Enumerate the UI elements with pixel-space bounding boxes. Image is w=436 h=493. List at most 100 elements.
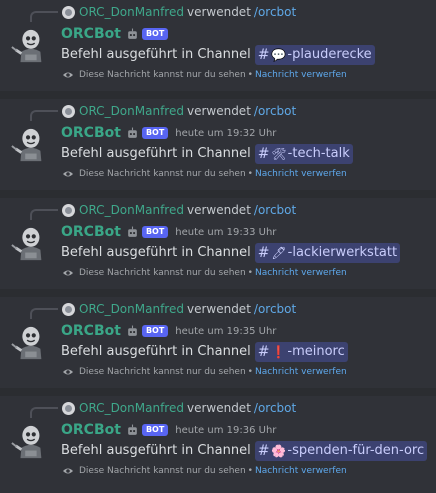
- author-name[interactable]: ORCBot: [61, 422, 121, 438]
- dismiss-message-link[interactable]: Nachricht verwerfen: [255, 267, 347, 279]
- ephemeral-note: Diese Nachricht kannst nur du sehen: [79, 169, 246, 179]
- author-name[interactable]: ORCBot: [61, 224, 121, 240]
- reply-header: ORC_DonManfred verwendet/orcbot: [79, 301, 296, 317]
- reply-user-avatar[interactable]: [62, 105, 75, 118]
- timestamp[interactable]: heute um 19:36 Uhr: [175, 425, 276, 436]
- reply-user-avatar[interactable]: [62, 402, 75, 415]
- reply-command[interactable]: /orcbot: [254, 5, 296, 19]
- robot-icon: [128, 226, 137, 237]
- reply-header: ORC_DonManfred verwendet/orcbot: [79, 400, 296, 416]
- reply-verb: verwendet: [186, 104, 251, 118]
- reply-username[interactable]: ORC_DonManfred: [79, 5, 184, 19]
- channel-emoji: 💬: [271, 48, 287, 62]
- message: ORC_DonManfred verwendet/orcbot ORCBot BO…: [0, 198, 436, 289]
- message-header: ORCBot BOT heute um 19:35 Uhr: [61, 321, 276, 341]
- dismiss-message-link[interactable]: Nachricht verwerfen: [255, 465, 347, 477]
- message-text: Befehl ausgeführt in Channel: [61, 443, 251, 458]
- timestamp[interactable]: heute um 19:35 Uhr: [175, 326, 276, 337]
- ephemeral-notice: Diese Nachricht kannst nur du sehen • Na…: [62, 168, 347, 180]
- message: ORC_DonManfred verwendet/orcbot ORCBot BO…: [0, 0, 436, 91]
- bot-avatar[interactable]: [10, 423, 48, 461]
- reply-user-avatar[interactable]: [62, 303, 75, 316]
- reply-command[interactable]: /orcbot: [254, 401, 296, 415]
- ephemeral-notice: Diese Nachricht kannst nur du sehen • Na…: [62, 69, 347, 81]
- channel-mention[interactable]: # 🌸 -spenden-für-den-orc: [254, 441, 428, 461]
- message: ORC_DonManfred verwendet/orcbot ORCBot BO…: [0, 396, 436, 493]
- eye-icon: [63, 369, 73, 375]
- reply-header: ORC_DonManfred verwendet/orcbot: [79, 103, 296, 119]
- channel-emoji: 🖊: [271, 246, 287, 260]
- message-header: ORCBot BOT heute um 19:32 Uhr: [61, 123, 276, 143]
- bot-avatar[interactable]: [10, 225, 48, 263]
- message-content: Befehl ausgeführt in Channel # ❗ -meinor…: [61, 342, 348, 362]
- bot-badge: BOT: [141, 325, 169, 337]
- separator-dot: •: [247, 70, 253, 80]
- reply-command[interactable]: /orcbot: [254, 302, 296, 316]
- author-name[interactable]: ORCBot: [61, 323, 121, 339]
- bot-avatar[interactable]: [10, 27, 48, 65]
- reply-username[interactable]: ORC_DonManfred: [79, 401, 184, 415]
- bot-avatar[interactable]: [10, 126, 48, 164]
- channel-mention[interactable]: # 💬 -plauderecke: [254, 45, 375, 65]
- reply-connector: [30, 209, 58, 220]
- message-header: ORCBot BOT heute um 19:33 Uhr: [61, 222, 276, 242]
- channel-mention[interactable]: # 🛠 -tech-talk: [254, 144, 353, 164]
- channel-emoji: 🛠: [271, 147, 287, 161]
- reply-command[interactable]: /orcbot: [254, 104, 296, 118]
- author-name[interactable]: ORCBot: [61, 26, 121, 42]
- channel-name: -plauderecke: [287, 47, 372, 62]
- robot-icon: [128, 127, 137, 138]
- reply-user-avatar[interactable]: [62, 6, 75, 19]
- divider: [0, 388, 436, 396]
- dismiss-message-link[interactable]: Nachricht verwerfen: [255, 168, 347, 180]
- hash-icon: #: [257, 344, 270, 360]
- separator-dot: •: [247, 268, 253, 278]
- eye-icon: [63, 72, 73, 78]
- ephemeral-notice: Diese Nachricht kannst nur du sehen • Na…: [62, 366, 347, 378]
- ephemeral-note: Diese Nachricht kannst nur du sehen: [79, 268, 246, 278]
- message-content: Befehl ausgeführt in Channel # 🛠 -tech-t…: [61, 144, 353, 164]
- bot-avatar[interactable]: [10, 324, 48, 362]
- reply-connector: [30, 407, 58, 418]
- reply-connector: [30, 11, 58, 22]
- eye-icon: [63, 171, 73, 177]
- channel-mention[interactable]: # ❗ -meinorc: [254, 342, 348, 362]
- message-header: ORCBot BOT heute um 19:36 Uhr: [61, 420, 276, 440]
- ephemeral-notice: Diese Nachricht kannst nur du sehen • Na…: [62, 465, 347, 477]
- timestamp[interactable]: heute um 19:32 Uhr: [175, 128, 276, 139]
- hash-icon: #: [257, 443, 270, 459]
- reply-verb: verwendet: [186, 401, 251, 415]
- message: ORC_DonManfred verwendet/orcbot ORCBot BO…: [0, 99, 436, 190]
- channel-name: -tech-talk: [287, 146, 350, 161]
- dismiss-message-link[interactable]: Nachricht verwerfen: [255, 69, 347, 81]
- separator-dot: •: [247, 466, 253, 476]
- message-feed: ORC_DonManfred verwendet/orcbot ORCBot BO…: [0, 0, 436, 493]
- reply-user-avatar[interactable]: [62, 204, 75, 217]
- divider: [0, 91, 436, 99]
- timestamp[interactable]: heute um 19:33 Uhr: [175, 227, 276, 238]
- reply-username[interactable]: ORC_DonManfred: [79, 302, 184, 316]
- reply-username[interactable]: ORC_DonManfred: [79, 104, 184, 118]
- reply-verb: verwendet: [186, 302, 251, 316]
- ephemeral-note: Diese Nachricht kannst nur du sehen: [79, 367, 246, 377]
- divider: [0, 289, 436, 297]
- reply-verb: verwendet: [186, 5, 251, 19]
- robot-icon: [128, 325, 137, 336]
- message-content: Befehl ausgeführt in Channel # 💬 -plaude…: [61, 45, 375, 65]
- reply-command[interactable]: /orcbot: [254, 203, 296, 217]
- reply-username[interactable]: ORC_DonManfred: [79, 203, 184, 217]
- bot-badge: BOT: [141, 127, 169, 139]
- author-name[interactable]: ORCBot: [61, 125, 121, 141]
- message-content: Befehl ausgeführt in Channel # 🌸 -spende…: [61, 441, 428, 461]
- channel-mention[interactable]: # 🖊 -lackierwerkstatt: [254, 243, 401, 263]
- channel-emoji: ❗: [271, 345, 287, 359]
- channel-name: -spenden-für-den-orc: [287, 443, 425, 458]
- separator-dot: •: [247, 169, 253, 179]
- ephemeral-note: Diese Nachricht kannst nur du sehen: [79, 70, 246, 80]
- dismiss-message-link[interactable]: Nachricht verwerfen: [255, 366, 347, 378]
- ephemeral-notice: Diese Nachricht kannst nur du sehen • Na…: [62, 267, 347, 279]
- eye-icon: [63, 270, 73, 276]
- message-text: Befehl ausgeführt in Channel: [61, 47, 251, 62]
- hash-icon: #: [257, 245, 270, 261]
- bot-badge: BOT: [141, 226, 169, 238]
